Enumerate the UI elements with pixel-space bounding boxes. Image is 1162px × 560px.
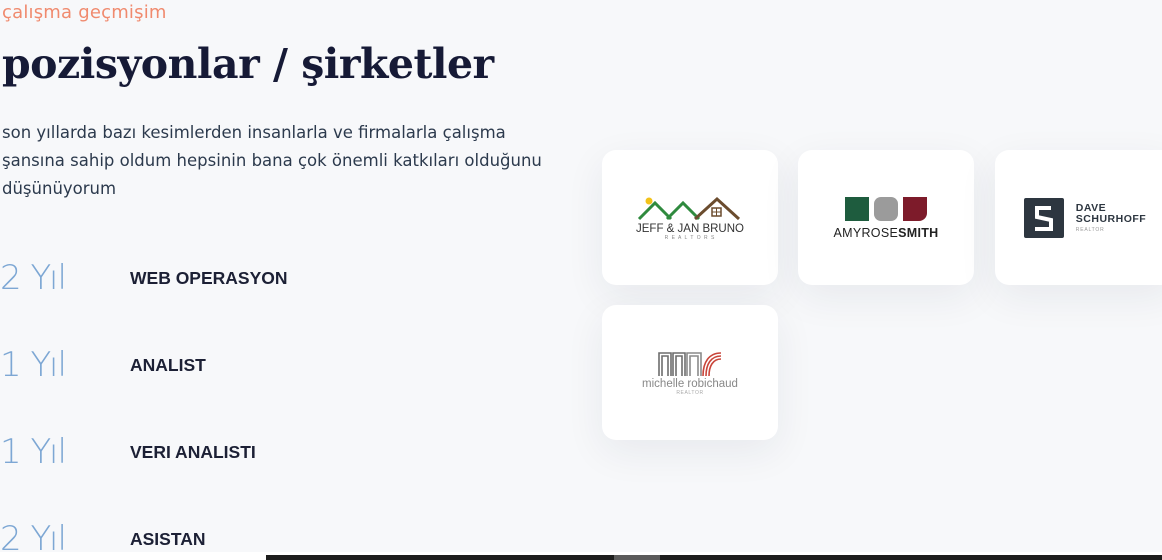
client-card-michelle-robichaud[interactable]: michelle robichaud REALTOR [602,305,778,440]
amyrose-last-name: SMITH [898,225,939,240]
michelle-robichaud-tagline: REALTOR [676,389,704,396]
dave-name-line2: SCHURHOFF [1075,212,1147,225]
jeff-jan-bruno-logo-icon [637,196,741,220]
experience-title: VERI ANALISTI [130,441,256,462]
amyrose-smith-logo-icon [845,196,927,221]
jeff-jan-bruno-name: JEFF & JAN BRUNO [636,222,744,235]
experience-title: WEB OPERASYON [130,267,288,288]
client-card-dave-schurhoff[interactable]: DAVE SCHURHOFF REALTOR [995,150,1162,285]
client-card-amyrose-smith[interactable]: AMYROSESMITH [798,150,974,285]
dave-tagline: REALTOR [1075,226,1105,233]
amyrose-smith-name: AMYROSESMITH [833,226,938,240]
jeff-jan-bruno-tagline: R E A L T O R S [664,234,716,241]
dave-schurhoff-logo: DAVE SCHURHOFF REALTOR [1023,197,1147,238]
horizontal-scrollbar[interactable] [0,552,1162,560]
amyrose-first-name: AMYROSE [833,225,899,240]
experience-years: 2 Yıl [0,258,67,298]
experience-title: ANALIST [130,354,206,375]
scrollbar-thumb[interactable] [614,555,660,560]
experience-item: 1 Yıl VERI ANALISTI [0,427,256,477]
scrollbar-track [266,555,1162,560]
experience-item: 1 Yıl ANALIST [0,340,206,390]
michelle-robichaud-name: michelle robichaud [642,377,738,390]
experience-years: 1 Yıl [0,345,67,385]
experience-years: 1 Yıl [0,432,67,472]
eyebrow-label: çalışma geçmişim [2,2,167,23]
section-intro: son yıllarda bazı kesimlerden insanlarla… [2,123,542,198]
section-title: pozisyonlar / şirketler [2,40,494,88]
dave-schurhoff-s-icon [1023,197,1064,238]
experience-title: ASISTAN [130,528,206,549]
michelle-robichaud-logo-icon [658,351,722,376]
dave-name-line1: DAVE [1075,201,1107,214]
dave-schurhoff-text: DAVE SCHURHOFF REALTOR [1075,201,1147,233]
experience-item: 2 Yıl WEB OPERASYON [0,253,288,303]
client-card-jeff-jan-bruno[interactable]: JEFF & JAN BRUNO R E A L T O R S [602,150,778,285]
